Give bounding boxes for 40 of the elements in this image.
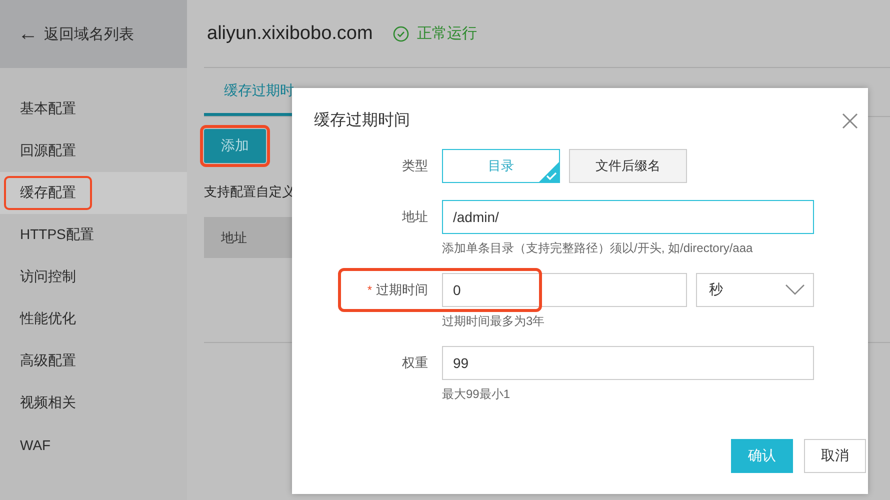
type-option[interactable]: 文件后缀名 xyxy=(569,149,687,183)
sidebar-item-label: 缓存配置 xyxy=(4,176,92,210)
back-link[interactable]: ← 返回域名列表 xyxy=(0,0,187,68)
sidebar-item-label: WAF xyxy=(19,436,52,455)
expire-input[interactable]: 0 xyxy=(442,273,687,307)
cancel-button[interactable]: 取消 xyxy=(804,439,866,473)
address-input[interactable]: /admin/ xyxy=(442,200,814,234)
field-label: * 过期时间 xyxy=(367,281,428,299)
back-arrow-icon: ← xyxy=(18,22,38,46)
sidebar-item[interactable]: 回源配置 xyxy=(0,130,187,172)
check-circle-icon xyxy=(392,26,409,42)
back-label: 返回域名列表 xyxy=(44,24,134,44)
help-text: 过期时间最多为3年 xyxy=(442,313,546,330)
weight-input[interactable]: 99 xyxy=(442,346,814,380)
sidebar-item-label: 回源配置 xyxy=(19,141,77,160)
sidebar-item[interactable]: 高级配置 xyxy=(0,340,187,382)
sidebar-item-label: 基本配置 xyxy=(19,99,77,118)
sidebar-item[interactable]: WAF xyxy=(0,424,187,466)
sidebar-item[interactable]: 基本配置 xyxy=(0,88,187,130)
unit-select[interactable]: 秒 xyxy=(696,273,814,307)
sidebar-item-label: 视频相关 xyxy=(19,393,77,412)
close-icon[interactable] xyxy=(842,113,858,129)
field-label: 权重 xyxy=(402,354,428,372)
help-text: 最大99最小1 xyxy=(442,386,512,403)
sidebar-item-label: HTTPS配置 xyxy=(19,225,95,244)
sidebar-item[interactable]: 视频相关 xyxy=(0,382,187,424)
sidebar-item[interactable]: 性能优化 xyxy=(0,298,187,340)
sidebar-item-label: 访问控制 xyxy=(19,267,77,286)
sidebar-item-label: 性能优化 xyxy=(18,309,77,328)
chevron-down-icon xyxy=(785,284,805,296)
help-text: 添加单条目录（支持完整路径）须以/开头, 如/directory/aaa xyxy=(442,240,754,257)
check-corner-icon xyxy=(539,162,559,182)
sidebar-item[interactable]: 缓存配置 xyxy=(0,172,187,214)
status-text: 正常运行 xyxy=(416,24,477,43)
domain-title: aliyun.xixibobo.com xyxy=(206,22,373,44)
sidebar-item-label: 高级配置 xyxy=(19,351,77,370)
dialog-title: 缓存过期时间 xyxy=(314,110,410,131)
sidebar-item[interactable]: HTTPS配置 xyxy=(0,214,187,256)
sidebar-item[interactable]: 访问控制 xyxy=(0,256,187,298)
field-label: 类型 xyxy=(402,157,428,175)
